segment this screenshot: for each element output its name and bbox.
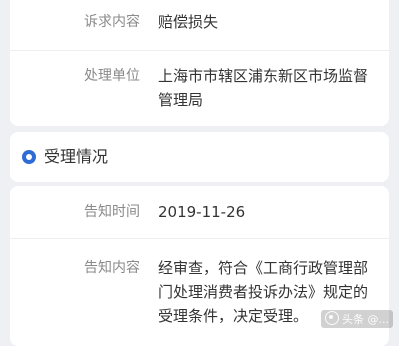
watermark: 头条 @... [321,310,393,328]
notify-content-line-1: 经审查，符合《工商行政管理部 [158,259,369,277]
divider [10,50,389,51]
notify-content-line-2: 门处理消费者投诉办法》规定的 [158,283,369,301]
handling-unit-line-2: 管理局 [158,91,204,109]
handling-unit-value: 上海市市辖区浦东新区市场监督 管理局 [158,64,381,112]
claim-label: 诉求内容 [84,14,140,30]
watermark-text: 头条 @... [342,313,389,326]
handling-unit-line-1: 上海市市辖区浦东新区市场监督 [158,67,369,85]
section-title: 受理情况 [44,147,109,166]
notify-content-label: 告知内容 [84,260,140,276]
complaint-details-card: 诉求内容 赔偿损失 处理单位 上海市市辖区浦东新区市场监督 管理局 [10,0,389,126]
claim-value: 赔偿损失 [158,13,219,31]
notify-time-label: 告知时间 [84,204,140,220]
notify-time-value: 2019-11-26 [158,203,246,221]
divider [10,238,389,239]
handling-unit-label: 处理单位 [84,68,140,84]
watermark-logo-icon [325,311,339,325]
circle-dot-icon [22,150,36,164]
section-header: 受理情况 [10,132,389,182]
